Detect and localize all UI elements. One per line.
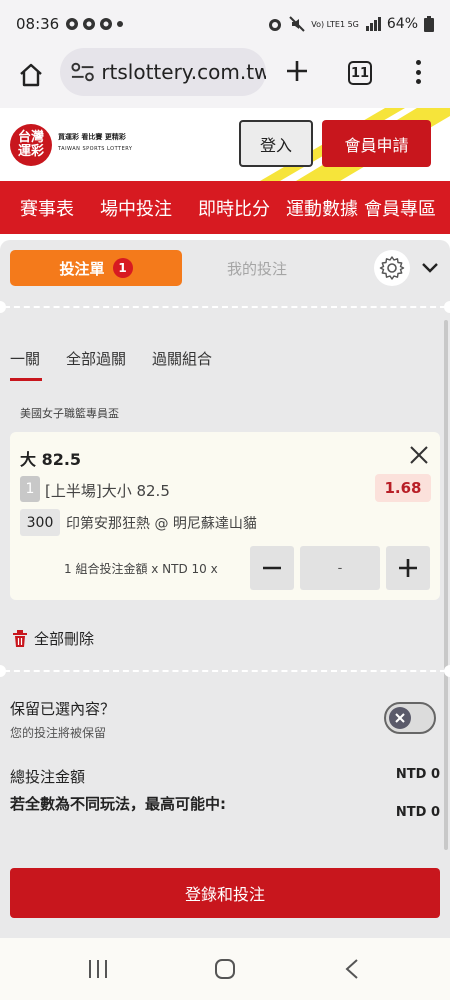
site-header: 台灣 運彩 買運彩 看比賽 更精彩 TAIWAN SPORTS LOTTERY 登… xyxy=(0,108,450,181)
minus-icon xyxy=(263,566,281,570)
bet-type-tabs: 一關 全部過關 過關組合 xyxy=(10,348,212,381)
main-nav: 賽事表 場中投注 即時比分 運動數據 會員專區 xyxy=(0,181,450,234)
recent-apps-icon xyxy=(89,960,107,978)
max-win-label: 若全數為不同玩法，最高可能中: xyxy=(10,795,227,813)
delete-all-button[interactable]: 全部刪除 xyxy=(12,628,94,649)
nav-item-live-betting[interactable]: 場中投注 xyxy=(100,195,172,221)
logo-line2: 運彩 xyxy=(17,144,44,159)
scrollbar[interactable] xyxy=(444,320,448,850)
total-stake-label: 總投注金額 xyxy=(10,768,86,786)
menu-dot xyxy=(415,79,421,84)
new-tab-button[interactable] xyxy=(282,58,312,88)
menu-dot xyxy=(415,60,421,65)
notification-icon xyxy=(66,18,79,30)
chevron-down-icon[interactable] xyxy=(420,258,440,278)
stake-decrease-button[interactable] xyxy=(250,546,294,590)
betslip-tab-label: 投注單 xyxy=(59,259,105,278)
address-bar[interactable]: rtslottery.com.tw xyxy=(60,48,266,96)
bet-market: [上半場]大小 82.5 xyxy=(45,482,170,500)
recent-apps-button[interactable] xyxy=(86,956,110,982)
menu-dot xyxy=(415,69,421,75)
logo[interactable]: 台灣 運彩 xyxy=(10,124,52,166)
stake-increase-button[interactable] xyxy=(386,546,430,590)
more-notifications-icon xyxy=(117,21,124,27)
close-icon xyxy=(395,713,405,723)
login-button[interactable]: 登入 xyxy=(239,120,313,167)
tab-switcher-button[interactable]: 11 xyxy=(348,61,372,85)
match-code: 300 xyxy=(20,509,60,536)
divider-notch xyxy=(0,301,6,313)
logo-subtitle: TAIWAN SPORTS LOTTERY xyxy=(58,146,133,152)
back-button[interactable] xyxy=(340,956,364,982)
betslip-count-badge: 1 xyxy=(112,258,133,278)
divider-notch xyxy=(0,665,6,677)
max-win-value: NTD 0 xyxy=(395,805,440,820)
betslip-panel: 投注單 1 我的投注 一關 全部過關 過關組合 美國女子職籃專員盃 大 82.5… xyxy=(0,240,450,938)
system-nav-bar xyxy=(0,938,450,1000)
notification-icons xyxy=(65,17,124,31)
nav-item-sports-data[interactable]: 運動數據 xyxy=(286,195,358,221)
keep-selection-title: 保留已選內容？ xyxy=(10,700,116,718)
league-name: 美國女子職籃專員盃 xyxy=(20,407,119,420)
url-text[interactable]: rtslottery.com.tw xyxy=(101,60,266,84)
status-right: Vo) LTE1 5G 64% xyxy=(267,16,434,32)
home-nav-icon xyxy=(215,959,235,979)
logo-line1: 台灣 xyxy=(17,130,44,145)
logo-slogan: 買運彩 看比賽 更精彩 xyxy=(58,133,126,141)
login-and-bet-button[interactable]: 登錄和投注 xyxy=(10,868,440,918)
logo-text: 買運彩 看比賽 更精彩 TAIWAN SPORTS LOTTERY xyxy=(58,132,132,152)
site-settings-icon[interactable] xyxy=(70,62,95,82)
signal-icon xyxy=(365,17,381,31)
battery-percent: 64% xyxy=(386,16,418,32)
status-bar: 08:36 Vo) LTE1 5G 64% xyxy=(0,0,450,48)
delete-all-label: 全部刪除 xyxy=(34,630,95,648)
bet-card: 大 82.5 1 [上半場]大小 82.5 1.68 300 印第安那狂熱 @ … xyxy=(10,432,440,600)
tab-betslip[interactable]: 投注單 1 xyxy=(10,250,182,286)
notification-icon xyxy=(83,18,96,30)
odds-value: 1.68 xyxy=(375,474,431,502)
trash-icon xyxy=(13,630,27,647)
plus-icon xyxy=(399,559,417,577)
keep-selection-toggle[interactable] xyxy=(384,702,436,734)
back-icon xyxy=(345,959,358,979)
nav-item-member-zone[interactable]: 會員專區 xyxy=(364,195,436,221)
match-teams: 印第安那狂熱 @ 明尼蘇達山貓 xyxy=(66,516,257,532)
bet-selection-title: 大 82.5 xyxy=(20,450,82,469)
divider xyxy=(4,306,446,308)
browser-menu-button[interactable] xyxy=(408,57,428,87)
home-icon xyxy=(20,63,42,87)
tab-all-parlay[interactable]: 全部過關 xyxy=(66,348,126,381)
notification-icon xyxy=(100,18,113,30)
nav-item-schedule[interactable]: 賽事表 xyxy=(20,195,74,221)
keep-selection-subtitle: 您的投注將被保留 xyxy=(10,726,107,740)
register-button[interactable]: 會員申請 xyxy=(322,120,431,167)
toggle-knob xyxy=(389,707,411,729)
total-stake-value: NTD 0 xyxy=(395,767,440,782)
browser-toolbar: rtslottery.com.tw 11 xyxy=(0,48,450,108)
divider-notch xyxy=(444,301,450,313)
status-time: 08:36 xyxy=(16,15,60,33)
divider xyxy=(4,670,446,672)
battery-icon xyxy=(424,16,434,32)
tab-parlay-combo[interactable]: 過關組合 xyxy=(152,348,212,381)
home-nav-button[interactable] xyxy=(212,956,238,982)
plus-icon xyxy=(287,61,307,81)
tab-single[interactable]: 一關 xyxy=(10,348,43,381)
stake-input[interactable] xyxy=(300,546,380,590)
close-icon[interactable] xyxy=(408,444,430,466)
divider-notch xyxy=(444,665,450,677)
period-number: 1 xyxy=(20,476,40,502)
mute-icon xyxy=(289,16,305,32)
gear-icon xyxy=(379,256,405,280)
alarm-icon xyxy=(269,19,282,31)
tab-my-bets[interactable]: 我的投注 xyxy=(200,250,314,286)
stake-label: 1 組合投注金額 x NTD 10 x xyxy=(64,562,218,576)
home-button[interactable] xyxy=(14,58,48,92)
nav-item-live-scores[interactable]: 即時比分 xyxy=(198,195,270,221)
network-label: Vo) LTE1 5G xyxy=(311,19,359,29)
settings-button[interactable] xyxy=(374,250,410,286)
